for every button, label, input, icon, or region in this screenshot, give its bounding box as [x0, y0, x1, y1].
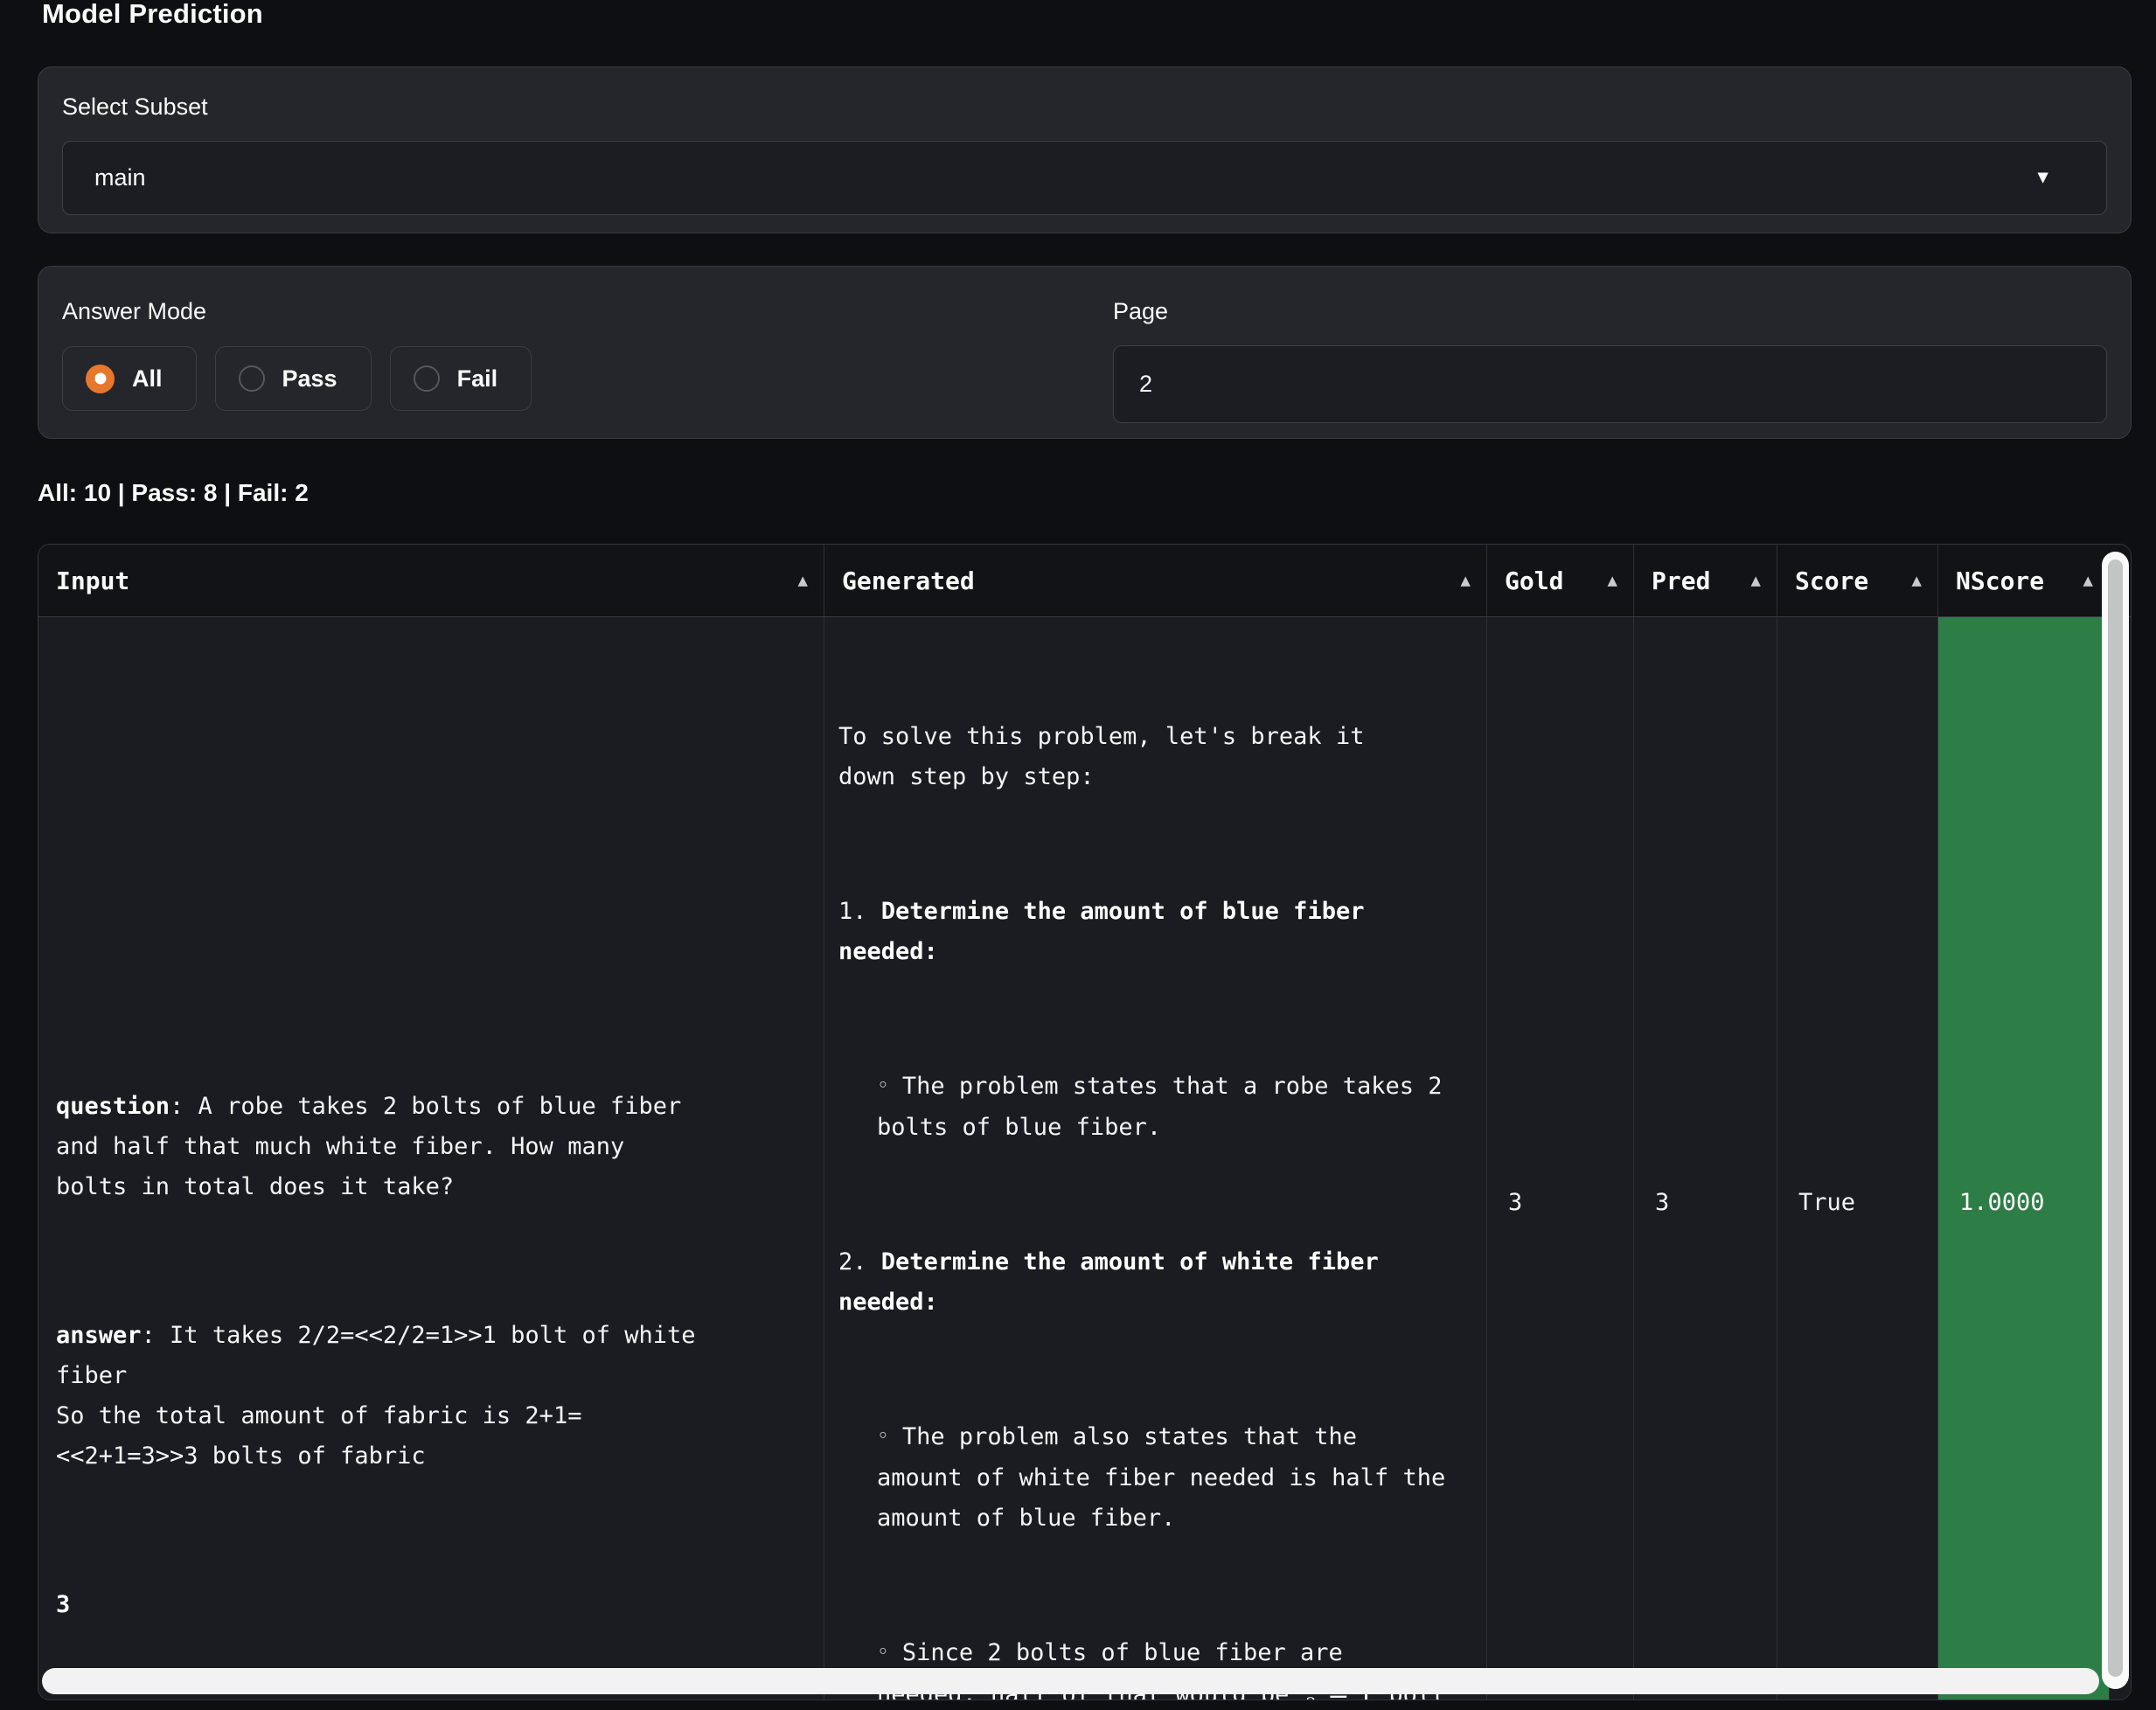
- radio-option-pass[interactable]: Pass: [215, 346, 372, 411]
- sort-asc-icon[interactable]: ▲: [1751, 571, 1761, 590]
- column-header-pred[interactable]: Pred ▲: [1633, 545, 1777, 616]
- column-header-generated[interactable]: Generated ▲: [824, 545, 1486, 616]
- final-answer: 3: [56, 1591, 70, 1618]
- answer-mode-radio-group: All Pass Fail: [62, 346, 1113, 411]
- radio-unselected-icon[interactable]: [414, 365, 440, 392]
- sort-asc-icon[interactable]: ▲: [1608, 571, 1617, 590]
- stats-summary: All: 10 | Pass: 8 | Fail: 2: [38, 479, 309, 507]
- subset-select[interactable]: main ▼: [62, 141, 2107, 215]
- page-label: Page: [1113, 298, 2107, 324]
- bullet-icon: ◦: [877, 1632, 889, 1672]
- filters-panel: Answer Mode All Pass Fail Page 2: [38, 266, 2132, 439]
- generated-step2-heading: 2. Determine the amount of white fiber n…: [838, 1242, 1474, 1323]
- generated-bullet: ◦The problem states that a robe takes 2 …: [877, 1067, 1474, 1148]
- answer-mode-label: Answer Mode: [62, 298, 1113, 324]
- answer-text: : It takes 2/2=<<2/2=1>>1 bolt of white …: [56, 1322, 696, 1470]
- subset-selected-value: main: [94, 164, 146, 191]
- cell-gold[interactable]: 3: [1486, 617, 1633, 1700]
- sort-asc-icon[interactable]: ▲: [798, 571, 808, 590]
- column-header-score[interactable]: Score ▲: [1777, 545, 1937, 616]
- answer-key: answer: [56, 1322, 142, 1349]
- chevron-down-icon[interactable]: ▼: [2034, 167, 2052, 188]
- bullet-icon: ◦: [877, 1416, 889, 1456]
- sort-asc-icon[interactable]: ▲: [1912, 571, 1922, 590]
- app-page: Model Prediction Select Subset main ▼ An…: [0, 0, 2156, 1710]
- page-input-value: 2: [1139, 371, 1152, 398]
- column-header-input[interactable]: Input ▲: [38, 545, 824, 616]
- radio-label-fail: Fail: [457, 365, 498, 393]
- page-input[interactable]: 2: [1113, 345, 2107, 423]
- column-header-gold[interactable]: Gold ▲: [1486, 545, 1633, 616]
- vertical-scrollbar[interactable]: [2102, 552, 2129, 1689]
- radio-label-pass: Pass: [282, 365, 337, 393]
- cell-pred[interactable]: 3: [1633, 617, 1777, 1700]
- vertical-scrollbar-thumb[interactable]: [2108, 560, 2123, 1677]
- subset-label: Select Subset: [62, 94, 2107, 120]
- page-section: Page 2: [1113, 298, 2107, 438]
- radio-label-all: All: [132, 365, 163, 393]
- table-row: question: A robe takes 2 bolts of blue f…: [38, 617, 2131, 1700]
- results-table: Input ▲ Generated ▲ Gold ▲ Pred ▲ Score …: [38, 544, 2132, 1700]
- generated-bullet: ◦The problem also states that the amount…: [877, 1417, 1474, 1539]
- radio-option-fail[interactable]: Fail: [390, 346, 532, 411]
- radio-option-all[interactable]: All: [62, 346, 197, 411]
- sort-asc-icon[interactable]: ▲: [2083, 571, 2093, 590]
- question-key: question: [56, 1093, 170, 1120]
- answer-mode-section: Answer Mode All Pass Fail: [62, 298, 1113, 438]
- generated-step1-heading: 1. Determine the amount of blue fiber ne…: [838, 892, 1474, 972]
- radio-unselected-icon[interactable]: [239, 365, 265, 392]
- cell-score[interactable]: True: [1777, 617, 1937, 1700]
- table-header-row: Input ▲ Generated ▲ Gold ▲ Pred ▲ Score …: [38, 545, 2131, 617]
- cell-generated[interactable]: To solve this problem, let's break it do…: [824, 617, 1486, 1700]
- horizontal-scrollbar[interactable]: [42, 1668, 2099, 1694]
- generated-intro: To solve this problem, let's break it do…: [838, 717, 1474, 797]
- column-header-nscore[interactable]: NScore ▲: [1937, 545, 2109, 616]
- page-title: Model Prediction: [42, 0, 263, 31]
- subset-panel: Select Subset main ▼: [38, 66, 2132, 233]
- cell-input[interactable]: question: A robe takes 2 bolts of blue f…: [38, 617, 824, 1700]
- sort-asc-icon[interactable]: ▲: [1461, 571, 1471, 590]
- radio-selected-icon[interactable]: [86, 365, 115, 393]
- cell-nscore[interactable]: 1.0000: [1937, 617, 2109, 1700]
- bullet-icon: ◦: [877, 1066, 889, 1106]
